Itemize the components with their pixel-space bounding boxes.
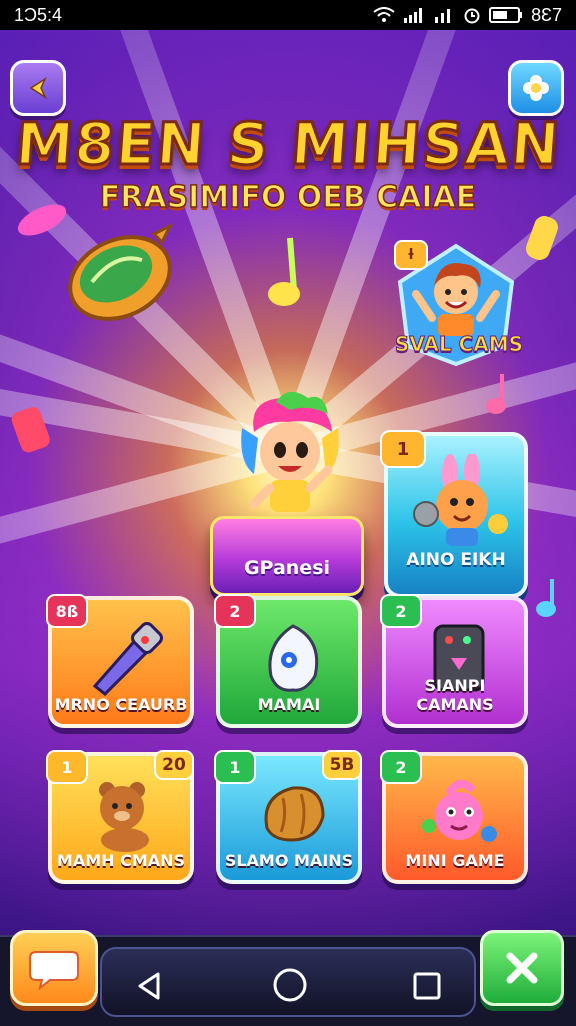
tile-rocket[interactable]: 8ß MRNO CEAURB xyxy=(46,594,194,728)
close-button[interactable] xyxy=(480,930,564,1006)
flower-icon xyxy=(523,75,549,101)
close-icon xyxy=(506,952,538,984)
feature-label: AINO EIKH xyxy=(406,550,506,570)
nav-recents-icon[interactable] xyxy=(412,971,442,1001)
bread-icon xyxy=(264,786,325,842)
tile-badge: 2 xyxy=(380,750,422,784)
tile-creature[interactable]: 2 MINI GAME xyxy=(380,750,528,884)
signal-bars-icon xyxy=(435,9,451,23)
play-button[interactable]: GPanesi xyxy=(210,516,364,596)
status-time: 1Ͻ5:4 xyxy=(14,4,63,25)
tile-bear[interactable]: 1 20 MAMH CMANS xyxy=(46,750,194,884)
tile-egg[interactable]: 2 MAMAI xyxy=(214,594,362,728)
tile-label: MRNO CEAURB xyxy=(54,695,188,714)
battery-text: 8Ɛ7 xyxy=(531,4,562,25)
candy-icon xyxy=(17,204,67,236)
egg-icon xyxy=(268,624,319,692)
back-button[interactable] xyxy=(10,60,66,116)
tile-count-badge: 20 xyxy=(154,750,194,780)
game-title: M8EN S MIHSAN xyxy=(12,109,564,180)
bunny-icon xyxy=(413,454,508,546)
nav-home-icon[interactable] xyxy=(272,967,308,1003)
candy-icon xyxy=(526,216,558,260)
nav-back-icon[interactable] xyxy=(136,971,164,1001)
music-note-icon xyxy=(268,237,300,306)
signal-icon xyxy=(404,8,423,23)
status-icons: 8Ɛ7 xyxy=(373,5,562,26)
status-bar: 1Ͻ5:4 8Ɛ7 xyxy=(0,0,576,30)
tile-label: MAMAI xyxy=(257,695,321,714)
melon-icon xyxy=(68,222,174,321)
play-button-label: GPanesi xyxy=(243,557,331,579)
game-menu-scene: M8EN S MIHSAN FRASIMIFO OEB CAIAE ƚ SVAL… xyxy=(0,30,576,935)
feature-level-badge: 1 xyxy=(380,430,426,468)
chat-bubble-icon xyxy=(29,951,79,990)
tile-badge: 2 xyxy=(380,594,422,628)
tile-badge: 8ß xyxy=(46,594,88,628)
settings-button[interactable] xyxy=(508,60,564,116)
tile-bread[interactable]: 1 5B SLAMO MAINS xyxy=(214,750,362,884)
chat-button[interactable] xyxy=(10,930,98,1006)
tile-badge: 1 xyxy=(46,750,88,784)
rocket-icon xyxy=(92,622,163,696)
wifi-icon xyxy=(373,7,395,22)
battery-icon xyxy=(489,7,523,23)
creature-icon xyxy=(422,780,497,842)
tile-console[interactable]: 2 SIANPI CAMANS xyxy=(380,594,528,728)
system-nav-strip xyxy=(100,947,476,1017)
hero-label: SVAL CAMS xyxy=(394,332,524,357)
tile-badge: 1 xyxy=(214,750,256,784)
hero-level-badge: ƚ xyxy=(394,240,428,270)
tile-label: SLAMO MAINS xyxy=(224,851,354,870)
tile-label: SIANPI CAMANS xyxy=(416,676,494,714)
tile-label: MAMH CMANS xyxy=(56,851,186,870)
tile-count-badge: 5B xyxy=(322,750,362,780)
music-note-icon xyxy=(486,374,506,414)
alarm-icon xyxy=(464,8,480,24)
tile-badge: 2 xyxy=(214,594,256,628)
back-arrow-icon xyxy=(29,77,47,99)
gem-icon xyxy=(11,407,50,453)
game-subtitle: FRASIMIFO OEB CAIAE xyxy=(99,179,477,216)
music-note-icon xyxy=(536,579,556,617)
bear-icon xyxy=(99,782,149,852)
tile-label: MINI GAME xyxy=(405,851,505,870)
